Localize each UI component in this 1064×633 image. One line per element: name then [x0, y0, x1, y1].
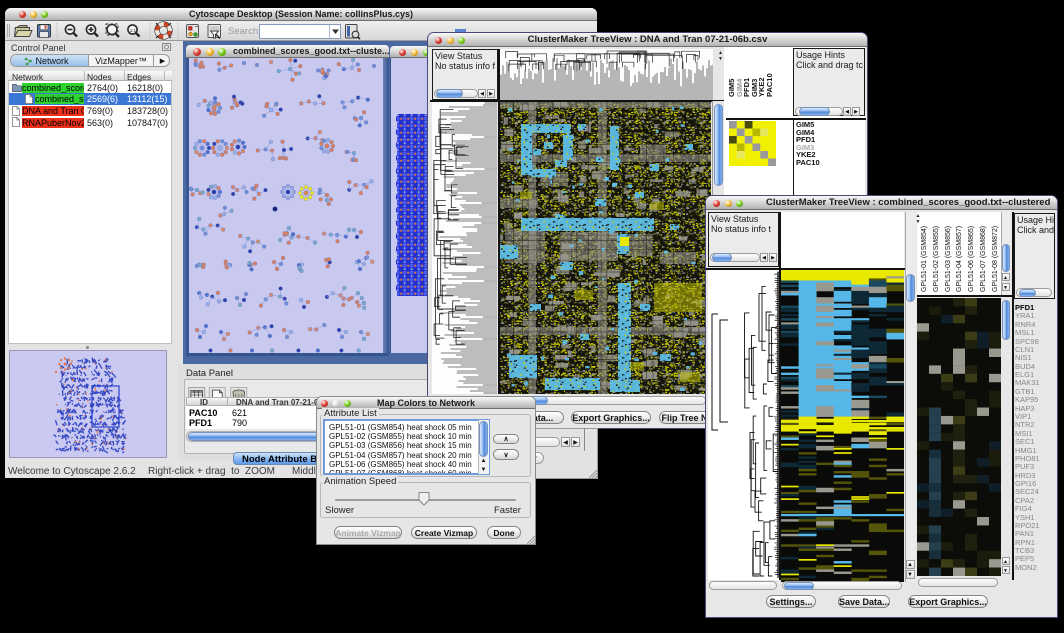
svg-text:Search:: Search:	[228, 26, 261, 37]
svg-text:1:1: 1:1	[130, 28, 137, 33]
